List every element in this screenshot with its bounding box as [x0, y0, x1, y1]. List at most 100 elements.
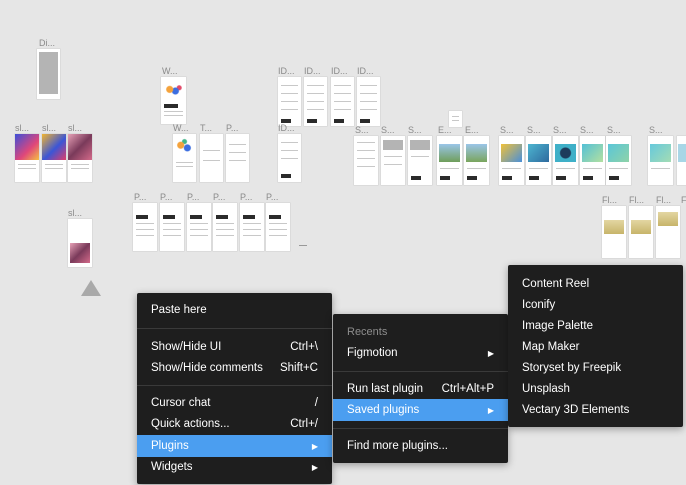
menu-item-plugins[interactable]: Plugins ▶ [137, 435, 332, 457]
menu-item-content-reel[interactable]: Content Reel [508, 273, 683, 295]
frame-label[interactable]: E... [465, 125, 479, 135]
frame-s8[interactable] [606, 136, 631, 185]
frame-label[interactable]: E... [438, 125, 452, 135]
frame-sl1[interactable] [15, 134, 39, 182]
menu-item-find-more-plugins[interactable]: Find more plugins... [333, 435, 508, 457]
frame-fl1[interactable] [602, 206, 626, 258]
text-line [136, 235, 154, 236]
frame-label[interactable]: S... [500, 125, 514, 135]
frame-id4[interactable] [357, 77, 380, 126]
frame-label[interactable]: sl... [68, 123, 82, 133]
frame-sl2[interactable] [42, 134, 66, 182]
figma-canvas[interactable]: Di... W... ID... ID... ID... ID... sl...… [0, 0, 686, 485]
menu-item-label: Unsplash [522, 383, 570, 395]
menu-item-run-last-plugin[interactable]: Run last plugin Ctrl+Alt+P [333, 378, 508, 400]
text-line [334, 85, 351, 86]
frame-s9[interactable] [648, 136, 673, 185]
frame-label[interactable]: P... [160, 192, 172, 202]
frame-label[interactable]: S... [355, 125, 369, 135]
frame-label[interactable]: W... [173, 123, 189, 133]
menu-item-figmotion[interactable]: Figmotion ▶ [333, 342, 508, 364]
frame-s7[interactable] [580, 136, 605, 185]
frame-e1[interactable] [437, 136, 462, 185]
menu-item-cursor-chat[interactable]: Cursor chat / [137, 392, 332, 414]
frame-fl3[interactable] [656, 206, 680, 258]
menu-item-unsplash[interactable]: Unsplash [508, 378, 683, 400]
frame-p6[interactable] [240, 203, 264, 251]
menu-item-quick-actions[interactable]: Quick actions... Ctrl+/ [137, 413, 332, 435]
frame-label[interactable]: P... [240, 192, 252, 202]
menu-item-vectary-3d-elements[interactable]: Vectary 3D Elements [508, 399, 683, 421]
frame-t[interactable] [200, 134, 223, 182]
frame-label[interactable]: Fl... [602, 195, 617, 205]
frame-id1[interactable] [278, 77, 301, 126]
frame-label[interactable]: ID... [278, 66, 295, 76]
frame-label[interactable]: ID... [357, 66, 374, 76]
triangle-shape[interactable] [81, 280, 101, 296]
frame-label[interactable]: P... [134, 192, 146, 202]
frame-s3[interactable] [408, 136, 432, 185]
frame-label[interactable]: S... [649, 125, 663, 135]
menu-item-saved-plugins[interactable]: Saved plugins ▶ [333, 399, 508, 421]
frame-label[interactable]: P... [187, 192, 199, 202]
frame-label[interactable]: S... [408, 125, 422, 135]
frame-label[interactable]: sl... [15, 123, 29, 133]
frame-s6[interactable] [553, 136, 578, 185]
text-line [281, 85, 298, 86]
frame-label[interactable]: Di... [39, 38, 55, 48]
frame-label[interactable]: P... [266, 192, 278, 202]
text-line [71, 164, 89, 165]
frame-label[interactable]: sl... [42, 123, 56, 133]
text-line [18, 164, 36, 165]
frame-sl4[interactable] [68, 219, 92, 267]
menu-item-image-palette[interactable]: Image Palette [508, 315, 683, 337]
frame-p1[interactable] [226, 134, 249, 182]
frame-p2[interactable] [133, 203, 157, 251]
frame-label[interactable]: S... [580, 125, 594, 135]
image-placeholder [383, 140, 403, 150]
frame-label[interactable]: S... [553, 125, 567, 135]
frame-sl3[interactable] [68, 134, 92, 182]
frame-label[interactable]: P... [213, 192, 225, 202]
frame-label[interactable]: W... [162, 66, 178, 76]
frame-label[interactable]: P... [226, 123, 238, 133]
frame-id2[interactable] [304, 77, 327, 126]
menu-item-map-maker[interactable]: Map Maker [508, 336, 683, 358]
menu-item-show-hide-comments[interactable]: Show/Hide comments Shift+C [137, 357, 332, 379]
menu-item-iconify[interactable]: Iconify [508, 294, 683, 316]
frame-e2[interactable] [464, 136, 489, 185]
frame-label[interactable]: Fl... [656, 195, 671, 205]
frame-p5[interactable] [213, 203, 237, 251]
frame-label[interactable]: F [681, 195, 686, 205]
menu-item-paste-here[interactable]: Paste here [137, 299, 332, 321]
frame-p4[interactable] [187, 203, 211, 251]
frame-s1[interactable] [354, 136, 378, 185]
frame-label[interactable]: sl... [68, 208, 82, 218]
menu-item-show-hide-ui[interactable]: Show/Hide UI Ctrl+\ [137, 336, 332, 358]
frame-di[interactable] [37, 49, 60, 99]
frame-label[interactable]: T... [200, 123, 212, 133]
frame-label[interactable]: S... [381, 125, 395, 135]
frame-w1[interactable] [161, 77, 186, 124]
frame-label[interactable]: Fl... [629, 195, 644, 205]
frame-s2[interactable] [381, 136, 405, 185]
menu-item-storyset-by-freepik[interactable]: Storyset by Freepik [508, 357, 683, 379]
frame-id5[interactable] [278, 134, 301, 182]
frame-label[interactable]: ID... [304, 66, 321, 76]
frame-s4[interactable] [499, 136, 524, 185]
frame-p7[interactable] [266, 203, 290, 251]
frame-id3[interactable] [331, 77, 354, 126]
frame-label[interactable]: S... [527, 125, 541, 135]
heading-block [243, 215, 255, 219]
frame-w2[interactable] [173, 134, 196, 182]
frame-label[interactable]: S... [607, 125, 621, 135]
frame-label[interactable]: ID... [331, 66, 348, 76]
frame-s5[interactable] [526, 136, 551, 185]
text-line [203, 150, 220, 151]
frame-fl2[interactable] [629, 206, 653, 258]
text-line [203, 160, 220, 161]
frame-edge[interactable] [677, 136, 686, 185]
frame-label[interactable]: ID... [278, 123, 295, 133]
frame-p3[interactable] [160, 203, 184, 251]
menu-item-widgets[interactable]: Widgets ▶ [137, 456, 332, 478]
